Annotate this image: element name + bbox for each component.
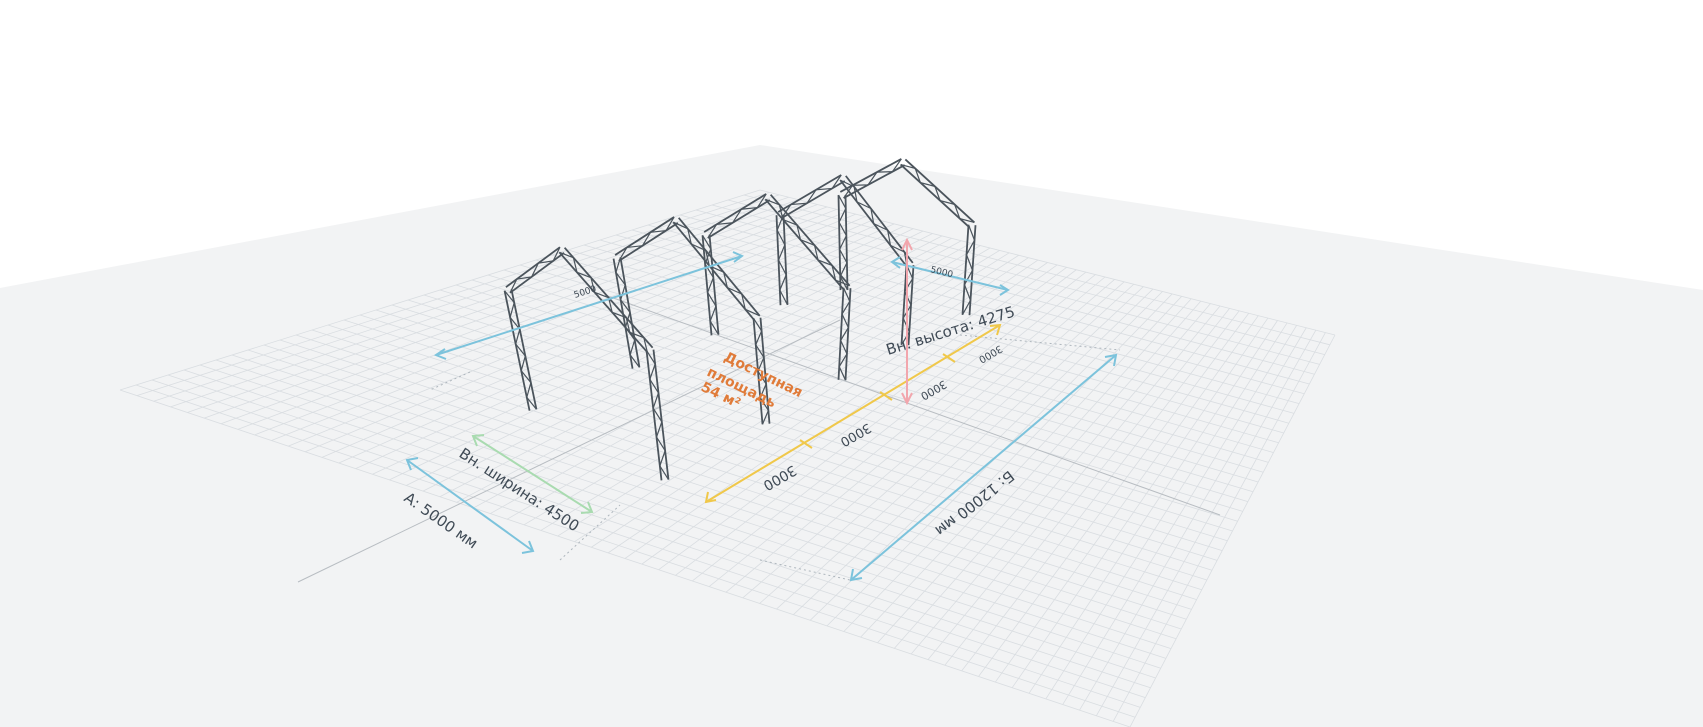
tent-frame-3d-scene[interactable]: А: 5000 мм Вн. ширина: 4500 Б: 12000 мм … xyxy=(0,0,1703,727)
3d-viewport[interactable]: А: 5000 мм Вн. ширина: 4500 Б: 12000 мм … xyxy=(0,0,1703,727)
